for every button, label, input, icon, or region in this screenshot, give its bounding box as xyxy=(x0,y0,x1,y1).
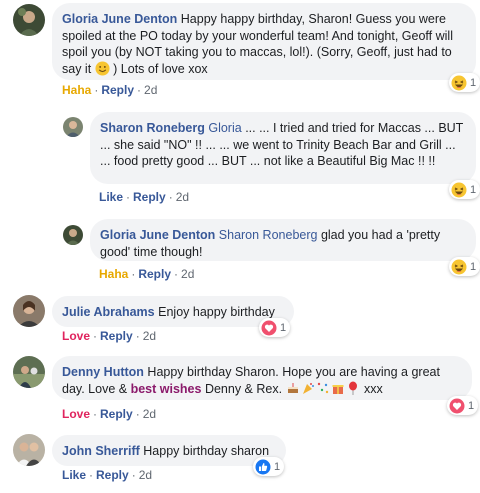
confetti-emoji-icon xyxy=(316,381,330,395)
comment-actions: Love · Reply · 2d xyxy=(62,329,156,343)
love-reaction-icon xyxy=(261,320,277,336)
comment-author[interactable]: Gloria June Denton xyxy=(62,12,177,26)
separator: · xyxy=(137,83,142,97)
mention-link[interactable]: Gloria xyxy=(208,121,241,135)
separator: · xyxy=(131,468,136,482)
comment-bubble: Gloria June Denton Sharon Roneberg glad … xyxy=(90,219,476,261)
separator: · xyxy=(93,407,98,421)
separator: · xyxy=(131,267,136,281)
comment-actions: Love · Reply · 2d xyxy=(62,407,156,421)
love-reaction-button[interactable]: Love xyxy=(62,329,90,343)
haha-reaction-icon xyxy=(451,75,467,91)
reply-button[interactable]: Reply xyxy=(96,468,129,482)
love-reaction-icon xyxy=(449,398,465,414)
avatar[interactable] xyxy=(63,225,83,245)
separator: · xyxy=(168,190,173,204)
like-button[interactable]: Like xyxy=(99,190,123,204)
gift-emoji-icon xyxy=(331,381,345,395)
balloon-emoji-icon xyxy=(346,381,360,395)
reaction-count: 1 xyxy=(470,260,477,273)
comment-bubble: Sharon Roneberg Gloria ... ... I tried a… xyxy=(90,112,476,184)
mention-link[interactable]: Sharon Roneberg xyxy=(219,228,318,242)
comment-author[interactable]: Gloria June Denton xyxy=(100,228,215,242)
reaction-count: 1 xyxy=(274,460,281,473)
reply-button[interactable]: Reply xyxy=(138,267,171,281)
comment-actions: Haha · Reply · 2d xyxy=(99,267,194,281)
separator: · xyxy=(93,329,98,343)
reaction-count: 1 xyxy=(468,399,475,412)
timestamp[interactable]: 2d xyxy=(139,468,152,482)
comment-actions: Like · Reply · 2d xyxy=(62,468,152,482)
like-reaction-icon xyxy=(255,459,271,475)
reaction-count-badge[interactable]: 1 xyxy=(259,318,291,337)
avatar[interactable] xyxy=(63,117,83,137)
reaction-count: 1 xyxy=(280,321,287,334)
reply-button[interactable]: Reply xyxy=(133,190,166,204)
reaction-count-badge[interactable]: 1 xyxy=(449,180,480,199)
like-button[interactable]: Like xyxy=(62,468,86,482)
comment-author[interactable]: Julie Abrahams xyxy=(62,305,155,319)
reaction-count-badge[interactable]: 1 xyxy=(449,73,480,92)
love-reaction-button[interactable]: Love xyxy=(62,407,90,421)
haha-reaction-button[interactable]: Haha xyxy=(99,267,128,281)
separator: · xyxy=(135,407,140,421)
timestamp[interactable]: 2d xyxy=(143,407,156,421)
reaction-count-badge[interactable]: 1 xyxy=(447,396,479,415)
reply-button[interactable]: Reply xyxy=(100,407,133,421)
separator: · xyxy=(135,329,140,343)
comment-text: Enjoy happy birthday xyxy=(158,305,275,319)
comment-text: Happy birthday sharon xyxy=(143,444,270,458)
reply-button[interactable]: Reply xyxy=(100,329,133,343)
comment-actions: Like · Reply · 2d xyxy=(99,190,189,204)
highlighted-text[interactable]: best wishes xyxy=(131,382,202,396)
reply-button[interactable]: Reply xyxy=(101,83,134,97)
comment-author[interactable]: John Sherriff xyxy=(62,444,140,458)
comment-actions: Haha · Reply · 2d xyxy=(62,83,157,97)
comment-bubble: Denny Hutton Happy birthday Sharon. Hope… xyxy=(52,356,472,400)
haha-reaction-icon xyxy=(451,182,467,198)
timestamp[interactable]: 2d xyxy=(176,190,189,204)
avatar[interactable] xyxy=(13,295,45,327)
avatar[interactable] xyxy=(13,434,45,466)
reaction-count: 1 xyxy=(470,76,477,89)
timestamp[interactable]: 2d xyxy=(181,267,194,281)
comment-text-end: xxx xyxy=(364,381,383,396)
timestamp[interactable]: 2d xyxy=(143,329,156,343)
comment-bubble: Gloria June Denton Happy happy birthday,… xyxy=(52,3,476,80)
reaction-count: 1 xyxy=(470,183,477,196)
comment-bubble: John Sherriff Happy birthday sharon xyxy=(52,435,286,466)
reaction-count-badge[interactable]: 1 xyxy=(449,257,480,276)
separator: · xyxy=(174,267,179,281)
separator: · xyxy=(94,83,99,97)
comment-author[interactable]: Denny Hutton xyxy=(62,365,144,379)
cake-emoji-icon xyxy=(286,381,300,395)
comment-bubble: Julie Abrahams Enjoy happy birthday xyxy=(52,296,294,327)
avatar[interactable] xyxy=(13,356,45,388)
timestamp[interactable]: 2d xyxy=(144,83,157,97)
haha-reaction-icon xyxy=(451,259,467,275)
reaction-count-badge[interactable]: 1 xyxy=(253,457,285,476)
party-popper-emoji-icon xyxy=(301,381,315,395)
avatar[interactable] xyxy=(13,4,45,36)
separator: · xyxy=(89,468,94,482)
smile-emoji-icon xyxy=(95,60,110,76)
comment-text-signoff: Denny & Rex. xyxy=(204,381,283,396)
separator: · xyxy=(126,190,131,204)
comment-text-end: ) Lots of love xox xyxy=(113,61,208,76)
comment-author[interactable]: Sharon Roneberg xyxy=(100,121,205,135)
haha-reaction-button[interactable]: Haha xyxy=(62,83,91,97)
